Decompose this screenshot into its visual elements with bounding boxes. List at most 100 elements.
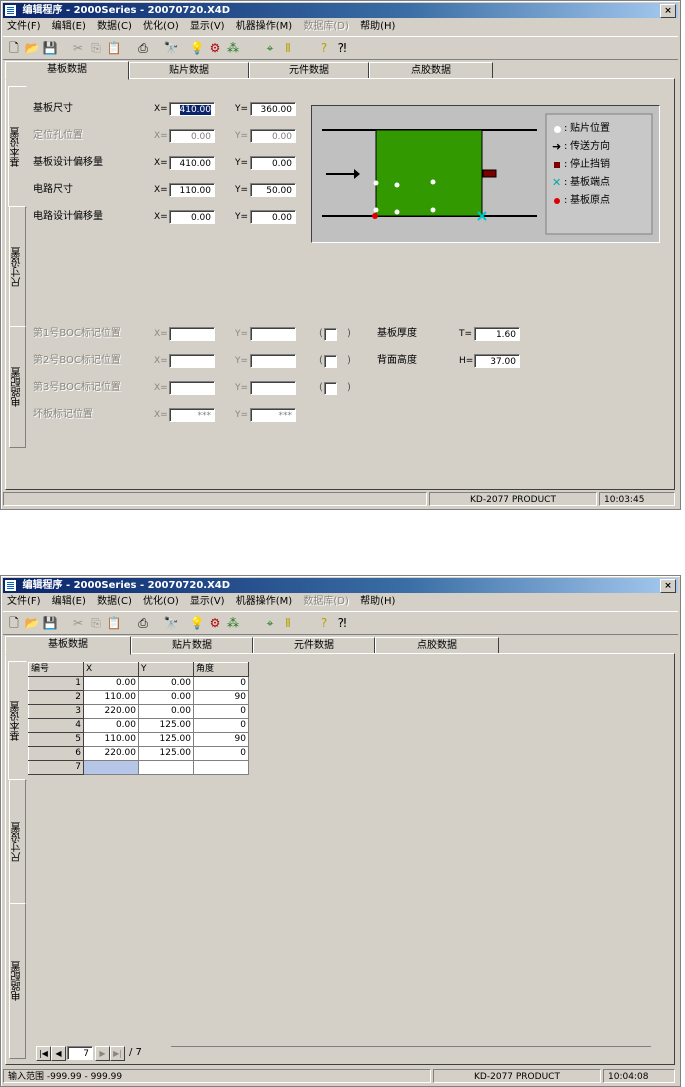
light-bulb-icon[interactable]: 💡: [189, 615, 205, 631]
menu-machine[interactable]: 机器操作(M): [232, 594, 296, 609]
context-help-icon[interactable]: ⁈: [334, 40, 350, 56]
board-offset-x-field[interactable]: 410.00: [169, 156, 215, 170]
tab-board-data[interactable]: 基板数据: [5, 636, 131, 655]
tab-dispense-data[interactable]: 点胶数据: [375, 637, 499, 654]
light-bulb-icon[interactable]: 💡: [189, 40, 205, 56]
side-tab-basic[interactable]: 基本设置: [8, 661, 27, 781]
row-number[interactable]: 2: [28, 690, 84, 705]
side-tab-circuit[interactable]: 电路配置: [9, 903, 26, 1059]
bad-mark-2-y-field[interactable]: [250, 354, 296, 368]
new-file-icon[interactable]: 🗋: [6, 40, 22, 56]
new-file-icon[interactable]: 🗋: [6, 615, 22, 631]
cell-angle[interactable]: 0: [193, 704, 249, 719]
cell-x[interactable]: 110.00: [83, 690, 139, 705]
tab-component-data[interactable]: 元件数据: [253, 637, 375, 654]
back-height-field[interactable]: 37.00: [474, 354, 520, 368]
board-thickness-field[interactable]: 1.60: [474, 327, 520, 341]
cut-icon[interactable]: ✂: [70, 615, 86, 631]
cell-x[interactable]: 110.00: [83, 732, 139, 747]
menu-file[interactable]: 文件(F): [3, 594, 45, 609]
cell-angle[interactable]: 0: [193, 718, 249, 733]
record-number-field[interactable]: 7: [67, 1046, 93, 1060]
menu-view[interactable]: 显示(V): [186, 594, 229, 609]
cell-angle[interactable]: 90: [193, 732, 249, 747]
prev-record-button[interactable]: ◀: [51, 1046, 66, 1061]
last-record-button[interactable]: ▶|: [110, 1046, 125, 1061]
row-number[interactable]: 3: [28, 704, 84, 719]
nozzle-icon[interactable]: ⚙: [207, 615, 223, 631]
menu-file[interactable]: 文件(F): [3, 19, 45, 34]
components-icon[interactable]: ⁂: [225, 40, 241, 56]
copy-icon[interactable]: ⎘: [88, 615, 104, 631]
print-icon[interactable]: ⎙: [135, 40, 151, 56]
save-icon[interactable]: 💾: [42, 40, 58, 56]
first-record-button[interactable]: |◀: [36, 1046, 51, 1061]
bad-mark-1-checkbox[interactable]: [324, 328, 337, 341]
help-icon[interactable]: ?: [316, 615, 332, 631]
cell-angle[interactable]: 90: [193, 690, 249, 705]
cell-angle[interactable]: [193, 760, 249, 775]
bad-board-mark-y-field[interactable]: ***: [250, 408, 296, 422]
cell-x[interactable]: 220.00: [83, 746, 139, 761]
cell-angle[interactable]: 0: [193, 746, 249, 761]
circuit-offset-y-field[interactable]: 0.00: [250, 210, 296, 224]
board-offset-y-field[interactable]: 0.00: [250, 156, 296, 170]
paste-icon[interactable]: 📋: [106, 615, 122, 631]
cell-y[interactable]: 0.00: [138, 690, 194, 705]
tab-component-data[interactable]: 元件数据: [249, 62, 369, 79]
menu-data[interactable]: 数据(C): [93, 594, 136, 609]
cell-x[interactable]: 0.00: [83, 676, 139, 691]
next-record-button[interactable]: ▶: [95, 1046, 110, 1061]
menu-machine[interactable]: 机器操作(M): [232, 19, 296, 34]
paste-icon[interactable]: 📋: [106, 40, 122, 56]
bad-mark-2-checkbox[interactable]: [324, 355, 337, 368]
circuit-size-y-field[interactable]: 50.00: [250, 183, 296, 197]
save-icon[interactable]: 💾: [42, 615, 58, 631]
side-tab-size[interactable]: 尺寸设置: [9, 206, 26, 328]
open-folder-icon[interactable]: 📂: [24, 615, 40, 631]
cell-x[interactable]: 220.00: [83, 704, 139, 719]
circuit-offset-x-field[interactable]: 0.00: [169, 210, 215, 224]
locating-hole-y-field[interactable]: 0.00: [250, 129, 296, 143]
components-icon[interactable]: ⁂: [225, 615, 241, 631]
bad-mark-3-checkbox[interactable]: [324, 382, 337, 395]
menu-database[interactable]: 数据库(D): [299, 594, 353, 609]
menu-view[interactable]: 显示(V): [186, 19, 229, 34]
board-size-y-field[interactable]: 360.00: [250, 102, 296, 116]
menu-database[interactable]: 数据库(D): [299, 19, 353, 34]
side-tab-circuit[interactable]: 电路配置: [9, 326, 26, 448]
align-icon[interactable]: Ⅱ: [280, 40, 296, 56]
header-x[interactable]: X: [83, 662, 139, 677]
cell-y[interactable]: 125.00: [138, 732, 194, 747]
close-button[interactable]: ×: [660, 579, 676, 593]
menu-data[interactable]: 数据(C): [93, 19, 136, 34]
optimize-icon[interactable]: ⌖: [262, 40, 278, 56]
menu-optimize[interactable]: 优化(O): [139, 19, 183, 34]
cell-y[interactable]: 0.00: [138, 676, 194, 691]
cell-y[interactable]: 0.00: [138, 704, 194, 719]
locating-hole-x-field[interactable]: 0.00: [169, 129, 215, 143]
menu-help[interactable]: 帮助(H): [356, 594, 399, 609]
context-help-icon[interactable]: ⁈: [334, 615, 350, 631]
bad-mark-1-x-field[interactable]: [169, 327, 215, 341]
close-button[interactable]: ×: [660, 4, 676, 18]
menu-help[interactable]: 帮助(H): [356, 19, 399, 34]
row-number[interactable]: 1: [28, 676, 84, 691]
print-icon[interactable]: ⎙: [135, 615, 151, 631]
header-y[interactable]: Y: [138, 662, 194, 677]
bad-mark-2-x-field[interactable]: [169, 354, 215, 368]
cell-x-current[interactable]: [83, 760, 139, 775]
copy-icon[interactable]: ⎘: [88, 40, 104, 56]
row-number[interactable]: 7: [28, 760, 84, 775]
open-folder-icon[interactable]: 📂: [24, 40, 40, 56]
cell-y[interactable]: 125.00: [138, 746, 194, 761]
tab-dispense-data[interactable]: 点胶数据: [369, 62, 493, 79]
tab-board-data[interactable]: 基板数据: [5, 61, 129, 80]
cell-angle[interactable]: 0: [193, 676, 249, 691]
tab-placement-data[interactable]: 贴片数据: [129, 62, 249, 79]
cell-y[interactable]: [138, 760, 194, 775]
help-icon[interactable]: ?: [316, 40, 332, 56]
side-tab-basic[interactable]: 基本设置: [8, 86, 27, 208]
menu-edit[interactable]: 编辑(E): [48, 19, 90, 34]
board-size-x-field[interactable]: 410.00: [169, 102, 215, 116]
